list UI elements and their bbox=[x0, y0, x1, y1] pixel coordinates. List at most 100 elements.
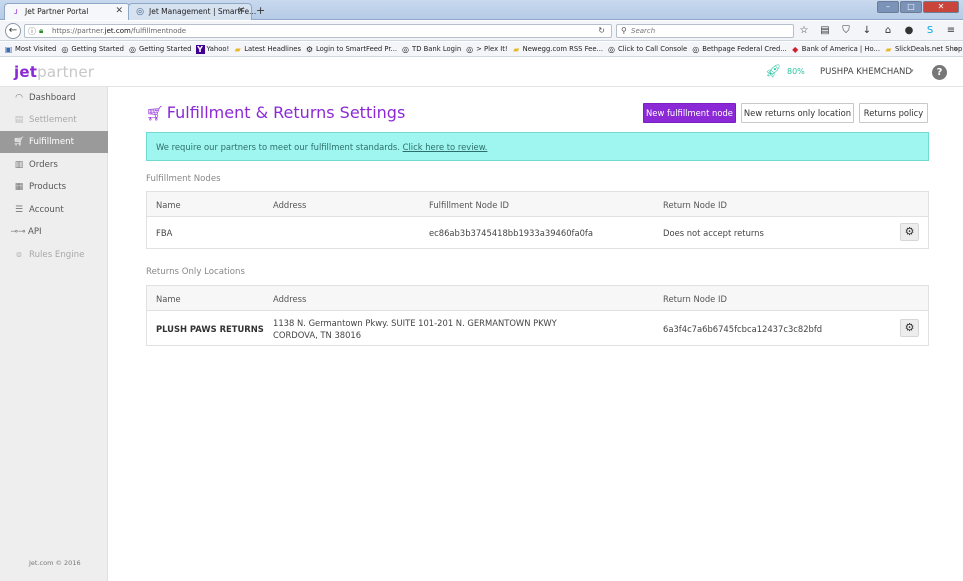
browser-toolbar-icons: ☆ ▤ ⛉ ↓ ⌂ ● S ≡ bbox=[798, 24, 957, 37]
sidebar: ◠ Dashboard ▤ Settlement 🛒︎ Fulfillment ▥ Or… bbox=[0, 87, 108, 581]
bookmark-item[interactable]: ◎ TD Bank Login bbox=[401, 45, 461, 54]
bookmark-item[interactable]: ◎ > Plex It! bbox=[465, 45, 507, 54]
bookmark-item[interactable]: ▰ Latest Headlines bbox=[233, 45, 301, 54]
back-button[interactable]: ← bbox=[5, 23, 21, 39]
settlement-icon: ▤ bbox=[14, 115, 24, 125]
bookmark-item[interactable]: Y Yahoo! bbox=[195, 44, 229, 54]
table-header: Name Address Fulfillment Node ID Return … bbox=[147, 192, 928, 217]
info-icon[interactable]: ⓘ bbox=[28, 26, 36, 37]
globe-icon: ◎ bbox=[466, 44, 474, 54]
sidebar-item-account[interactable]: ☰ Account bbox=[0, 199, 108, 221]
node-name: FBA bbox=[156, 228, 173, 238]
returns-locations-title: Returns Only Locations bbox=[146, 267, 245, 277]
bookmark-item[interactable]: ▰SlickDeals.net Shoppin... bbox=[884, 45, 963, 54]
user-name[interactable]: PUSHPA KHEMCHAND bbox=[820, 67, 912, 77]
column-header: Return Node ID bbox=[663, 200, 727, 210]
column-header: Name bbox=[156, 200, 181, 210]
sidebar-item-fulfillment[interactable]: 🛒︎ Fulfillment bbox=[0, 131, 108, 153]
sidebar-item-rules-engine: ⱷ Rules Engine bbox=[0, 244, 108, 266]
onboarding-progress: 80% bbox=[787, 67, 805, 76]
table-header: Name Address Return Node ID bbox=[147, 286, 928, 311]
sidebar-item-products[interactable]: ▦ Products bbox=[0, 176, 108, 198]
bookmark-item[interactable]: ◆ Bank of America | Ho... bbox=[791, 45, 880, 54]
bookmark-item[interactable]: ◎ Getting Started bbox=[128, 45, 192, 54]
column-header: Address bbox=[273, 294, 307, 304]
location-address-line1: 1138 N. Germantown Pkwy. SUITE 101-201 N… bbox=[273, 318, 557, 328]
maximize-icon[interactable]: □ bbox=[900, 1, 922, 13]
bookmark-item[interactable]: ◎ Click to Call Console bbox=[607, 45, 687, 54]
download-icon[interactable]: ↓ bbox=[861, 24, 873, 37]
bookmark-item[interactable]: ◎ Getting Started bbox=[60, 45, 124, 54]
review-standards-link[interactable]: Click here to review. bbox=[403, 142, 488, 152]
returns-policy-button[interactable]: Returns policy bbox=[859, 103, 928, 123]
bookmark-item[interactable]: ◎ Bethpage Federal Cred... bbox=[691, 45, 787, 54]
api-icon: ⊸⊸ bbox=[10, 227, 26, 237]
fulfillment-standards-notice: We require our partners to meet our fulf… bbox=[146, 132, 929, 161]
jet-favicon-icon: ᴊ bbox=[14, 7, 18, 17]
new-returns-location-button[interactable]: New returns only location bbox=[741, 103, 854, 123]
chevron-down-icon[interactable]: ▾ bbox=[910, 67, 914, 75]
pocket-icon[interactable]: ⛉ bbox=[840, 24, 852, 37]
folder-icon: ▰ bbox=[234, 44, 241, 54]
column-header: Address bbox=[273, 200, 307, 210]
globe-icon: ◎ bbox=[128, 44, 136, 54]
bookmark-item[interactable]: ▣ Most Visited bbox=[4, 45, 57, 54]
returns-locations-table: Name Address Return Node ID PLUSH PAWS R… bbox=[146, 285, 929, 346]
bookmark-item[interactable]: ⚙ Login to SmartFeed Pr... bbox=[305, 45, 397, 54]
close-tab-icon[interactable]: ✕ bbox=[115, 6, 123, 16]
gear-icon: ⚙ bbox=[305, 44, 314, 54]
fulfillment-nodes-title: Fulfillment Nodes bbox=[146, 174, 221, 184]
new-tab-button[interactable]: + bbox=[256, 4, 265, 17]
tab-title: Jet Partner Portal bbox=[25, 7, 89, 16]
globe-icon: ◎ bbox=[402, 44, 410, 54]
bookmark-item[interactable]: ▰ Newegg.com RSS Fee... bbox=[512, 45, 603, 54]
notice-text: We require our partners to meet our fulf… bbox=[156, 142, 400, 152]
chat-icon[interactable]: ● bbox=[903, 24, 915, 37]
bookmarks-overflow-icon[interactable]: » bbox=[953, 44, 958, 53]
app-header: jetpartner 🚀︎ 80% PUSHPA KHEMCHAND ▾ ? bbox=[0, 58, 963, 87]
browser-tab-bar: ᴊ Jet Partner Portal ✕ ◎ Jet Management … bbox=[0, 0, 963, 20]
help-icon[interactable]: ? bbox=[932, 65, 947, 80]
globe-icon: ◎ bbox=[692, 44, 700, 54]
close-window-icon[interactable]: ✕ bbox=[923, 1, 959, 13]
column-header: Return Node ID bbox=[663, 294, 727, 304]
close-tab-icon[interactable]: ✕ bbox=[237, 6, 245, 16]
sidebar-item-api[interactable]: ⊸⊸ API bbox=[0, 221, 108, 243]
browser-search-input[interactable] bbox=[631, 26, 781, 36]
folder-icon: ▰ bbox=[513, 44, 520, 54]
menu-icon[interactable]: ≡ bbox=[945, 24, 957, 37]
minimize-icon[interactable]: – bbox=[877, 1, 899, 13]
bookmarks-bar: ▣ Most Visited ◎ Getting Started ◎ Getting … bbox=[0, 42, 963, 57]
table-row: FBA ec86ab3b3745418bb1933a39460fa0fa Doe… bbox=[147, 217, 928, 248]
skype-icon[interactable]: S bbox=[924, 24, 936, 37]
browser-tab-jet-partner-portal[interactable]: ᴊ Jet Partner Portal ✕ bbox=[4, 3, 130, 20]
browser-tab-jet-management[interactable]: ◎ Jet Management | SmartFe... ✕ bbox=[128, 3, 256, 20]
location-name: PLUSH PAWS RETURNS bbox=[156, 324, 264, 334]
return-node-id: 6a3f4c7a6b6745fcbca12437c3c82bfd bbox=[663, 324, 823, 334]
gear-icon[interactable]: ⚙ bbox=[900, 319, 919, 337]
new-fulfillment-node-button[interactable]: New fulfillment node bbox=[643, 103, 736, 123]
page-title: 🛒︎ Fulfillment & Returns Settings bbox=[146, 103, 406, 122]
jet-partner-logo[interactable]: jetpartner bbox=[14, 63, 94, 81]
url-bar[interactable]: ⓘ 🔒︎ https://partner.jet.com/fulfillment… bbox=[24, 24, 612, 38]
reading-list-icon[interactable]: ▤ bbox=[819, 24, 831, 37]
sidebar-item-dashboard[interactable]: ◠ Dashboard bbox=[0, 87, 108, 109]
folder-icon: ▰ bbox=[885, 44, 892, 54]
cart-icon: 🛒︎ bbox=[13, 137, 25, 147]
cart-icon: 🛒︎ bbox=[146, 106, 164, 122]
dashboard-icon: ◠ bbox=[15, 93, 23, 103]
home-icon[interactable]: ⌂ bbox=[882, 24, 894, 37]
boa-icon: ◆ bbox=[792, 44, 799, 54]
bookmark-star-icon[interactable]: ☆ bbox=[798, 24, 810, 37]
globe-icon: ◎ bbox=[136, 7, 144, 17]
return-node-id: Does not accept returns bbox=[663, 228, 764, 238]
gear-icon[interactable]: ⚙ bbox=[900, 223, 919, 241]
lock-icon: 🔒︎ bbox=[39, 26, 44, 35]
browser-search-box[interactable]: ⚲ bbox=[616, 24, 794, 38]
column-header: Fulfillment Node ID bbox=[429, 200, 509, 210]
reload-icon[interactable]: ↻ bbox=[598, 26, 605, 35]
sidebar-item-orders[interactable]: ▥ Orders bbox=[0, 154, 108, 176]
globe-icon: ◎ bbox=[61, 44, 69, 54]
account-icon: ☰ bbox=[14, 205, 24, 215]
browser-nav-bar: ← ⓘ 🔒︎ https://partner.jet.com/fulfillme… bbox=[0, 21, 963, 41]
